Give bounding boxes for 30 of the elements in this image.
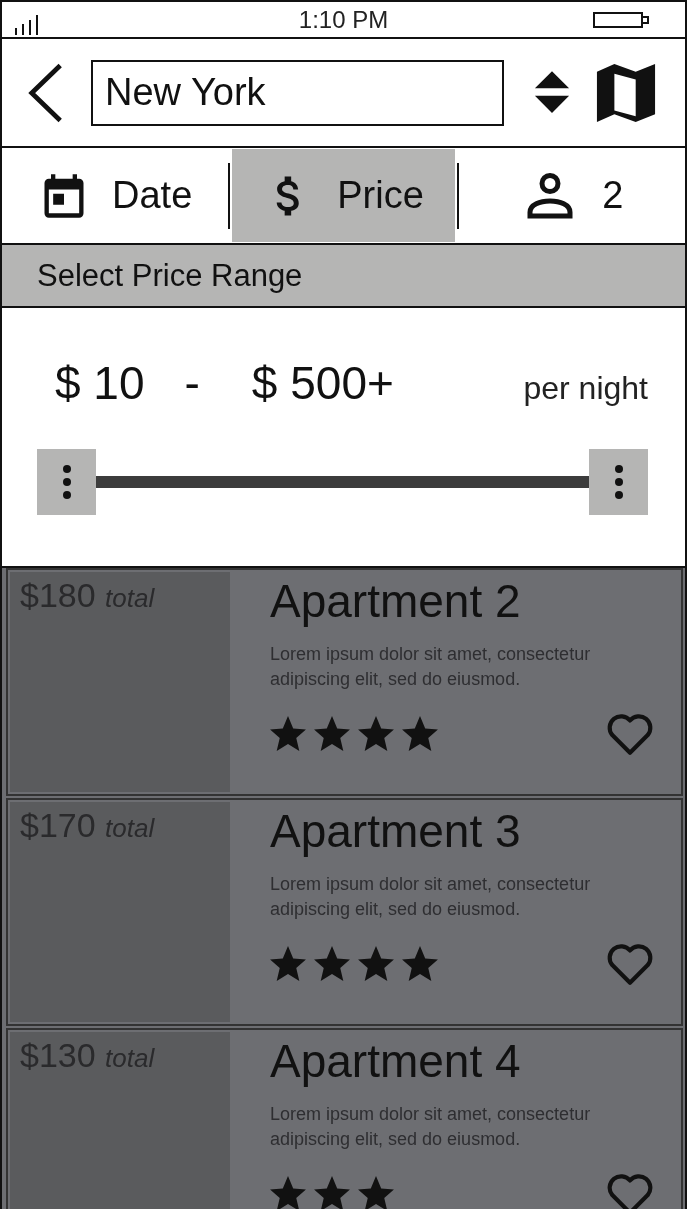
min-price: $ 10 — [55, 356, 145, 410]
star-icon — [270, 715, 306, 751]
listing-title: Apartment 3 — [270, 804, 522, 858]
max-price: $ 500+ — [251, 356, 394, 410]
star-icon — [402, 945, 438, 981]
filter-tab[interactable]: Price — [232, 149, 455, 242]
battery-icon — [593, 11, 651, 28]
star-icon — [358, 1175, 394, 1209]
star-icon — [270, 1175, 306, 1209]
listing-description: Lorem ipsum dolor sit amet, consectetur adipiscing elit, sed do eiusmod. — [270, 643, 592, 691]
price-unit: per night — [523, 370, 648, 407]
star-icon — [314, 945, 350, 981]
star-icon — [314, 1175, 350, 1209]
map-icon[interactable] — [595, 61, 657, 124]
listing-description: Lorem ipsum dolor sit amet, consectetur adipiscing elit, sed do eiusmod. — [270, 1103, 592, 1151]
slider-handle[interactable] — [37, 449, 96, 515]
star-icon — [402, 715, 438, 751]
star-icon — [358, 715, 394, 751]
slider-handle[interactable] — [589, 449, 648, 515]
back-icon[interactable] — [26, 61, 64, 124]
range-separator: - — [184, 356, 200, 410]
search-field[interactable]: New York — [91, 59, 504, 126]
listing-description: Lorem ipsum dolor sit amet, consectetur adipiscing elit, sed do eiusmod. — [270, 873, 592, 921]
star-icon — [358, 945, 394, 981]
status-time: 1:10 PM — [298, 5, 389, 34]
listing-title: Apartment 4 — [270, 1034, 522, 1088]
section-header: Select Price Range — [2, 245, 685, 308]
listing-title: Apartment 2 — [270, 574, 522, 628]
star-icon — [314, 715, 350, 751]
star-icon — [270, 945, 306, 981]
